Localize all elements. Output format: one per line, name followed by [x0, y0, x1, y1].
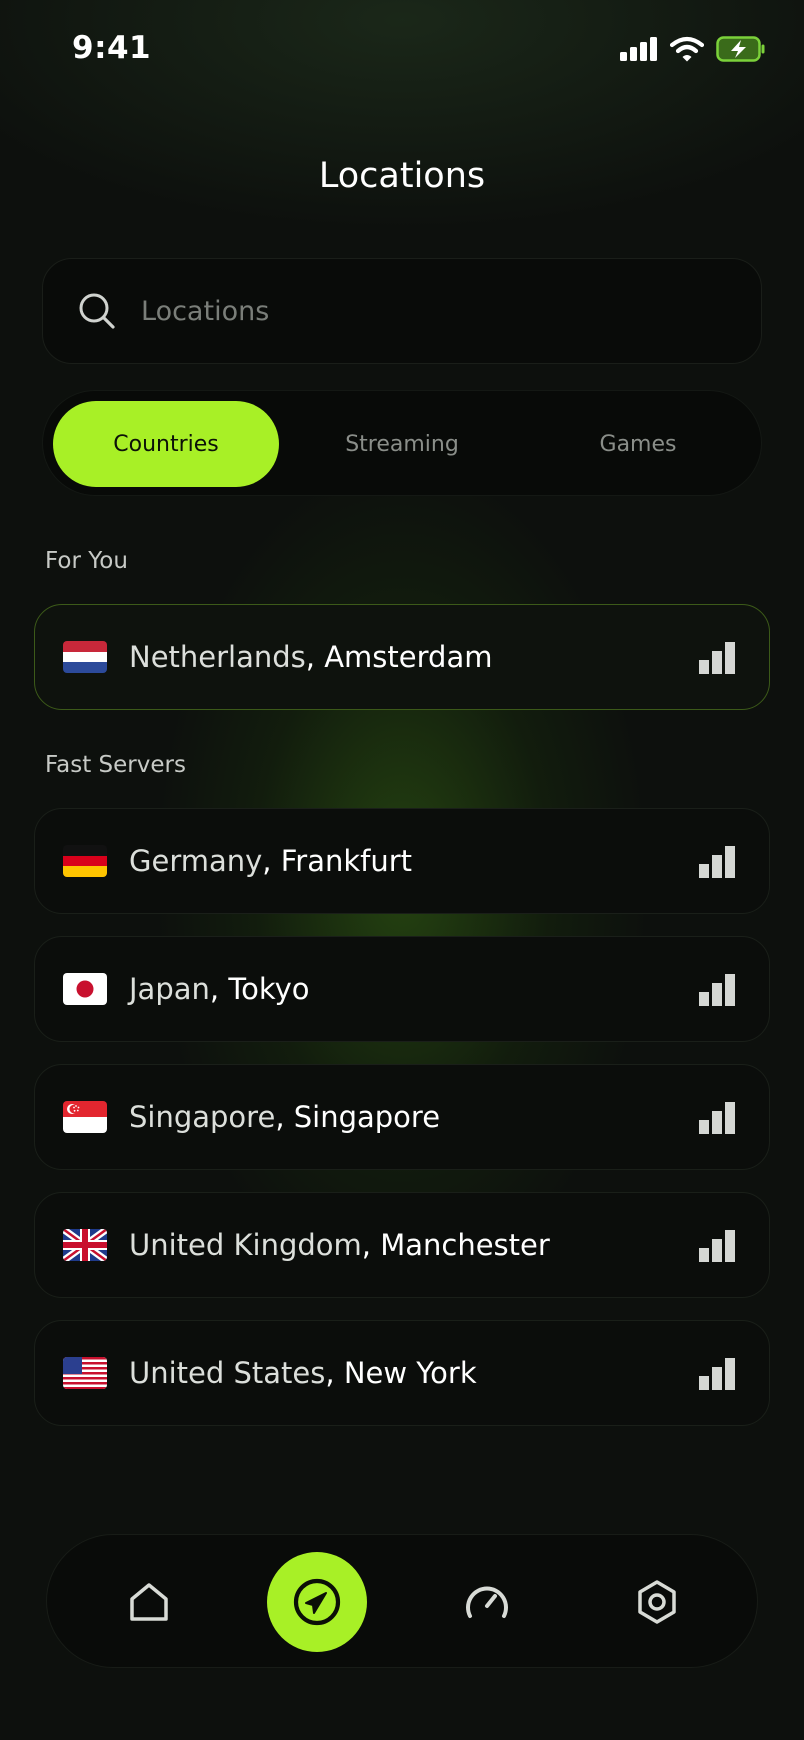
- signal-strength-icon: [699, 642, 735, 674]
- location-row-germany[interactable]: Germany, Frankfurt: [34, 808, 770, 914]
- search-icon: [79, 293, 115, 329]
- location-label: United States, New York: [129, 1356, 477, 1390]
- germany-flag-icon: [63, 845, 107, 877]
- singapore-flag-icon: [63, 1101, 107, 1133]
- location-row-netherlands[interactable]: Netherlands, Amsterdam: [34, 604, 770, 710]
- cellular-signal-icon: [620, 37, 657, 61]
- nav-speed-test[interactable]: [437, 1552, 537, 1652]
- home-icon: [130, 1583, 168, 1621]
- nav-home[interactable]: [99, 1552, 199, 1652]
- battery-charging-icon: [716, 36, 765, 62]
- us-flag-icon: [63, 1357, 107, 1389]
- category-tabs: Countries Streaming Games: [42, 390, 762, 496]
- japan-flag-icon: [63, 973, 107, 1005]
- location-label: United Kingdom, Manchester: [129, 1228, 550, 1262]
- tab-streaming[interactable]: Streaming: [289, 401, 515, 487]
- location-label: Germany, Frankfurt: [129, 844, 413, 878]
- signal-strength-icon: [699, 1358, 735, 1390]
- location-row-japan[interactable]: Japan, Tokyo: [34, 936, 770, 1042]
- location-label: Japan, Tokyo: [129, 972, 310, 1006]
- wifi-icon: [670, 36, 704, 62]
- signal-strength-icon: [699, 1230, 735, 1262]
- location-row-united-states[interactable]: United States, New York: [34, 1320, 770, 1426]
- navigation-icon: [293, 1578, 341, 1626]
- search-input[interactable]: [139, 294, 703, 328]
- location-row-singapore[interactable]: Singapore, Singapore: [34, 1064, 770, 1170]
- location-row-united-kingdom[interactable]: United Kingdom, Manchester: [34, 1192, 770, 1298]
- location-label: Singapore, Singapore: [129, 1100, 441, 1134]
- speedometer-icon: [466, 1586, 508, 1618]
- netherlands-flag-icon: [63, 641, 107, 673]
- location-label: Netherlands, Amsterdam: [129, 640, 493, 674]
- signal-strength-icon: [699, 974, 735, 1006]
- bottom-nav: [46, 1534, 758, 1668]
- tab-games[interactable]: Games: [525, 401, 751, 487]
- status-time: 9:41: [72, 30, 152, 66]
- page-title: Locations: [318, 156, 486, 196]
- signal-strength-icon: [699, 846, 735, 878]
- section-label-fast-servers: Fast Servers: [45, 752, 186, 778]
- uk-flag-icon: [63, 1229, 107, 1261]
- section-label-for-you: For You: [45, 548, 128, 574]
- nav-locations[interactable]: [267, 1552, 367, 1652]
- tab-countries[interactable]: Countries: [53, 401, 279, 487]
- settings-icon: [638, 1580, 676, 1624]
- status-icons: [620, 36, 766, 62]
- search-bar[interactable]: [42, 258, 762, 364]
- nav-settings[interactable]: [607, 1552, 707, 1652]
- signal-strength-icon: [699, 1102, 735, 1134]
